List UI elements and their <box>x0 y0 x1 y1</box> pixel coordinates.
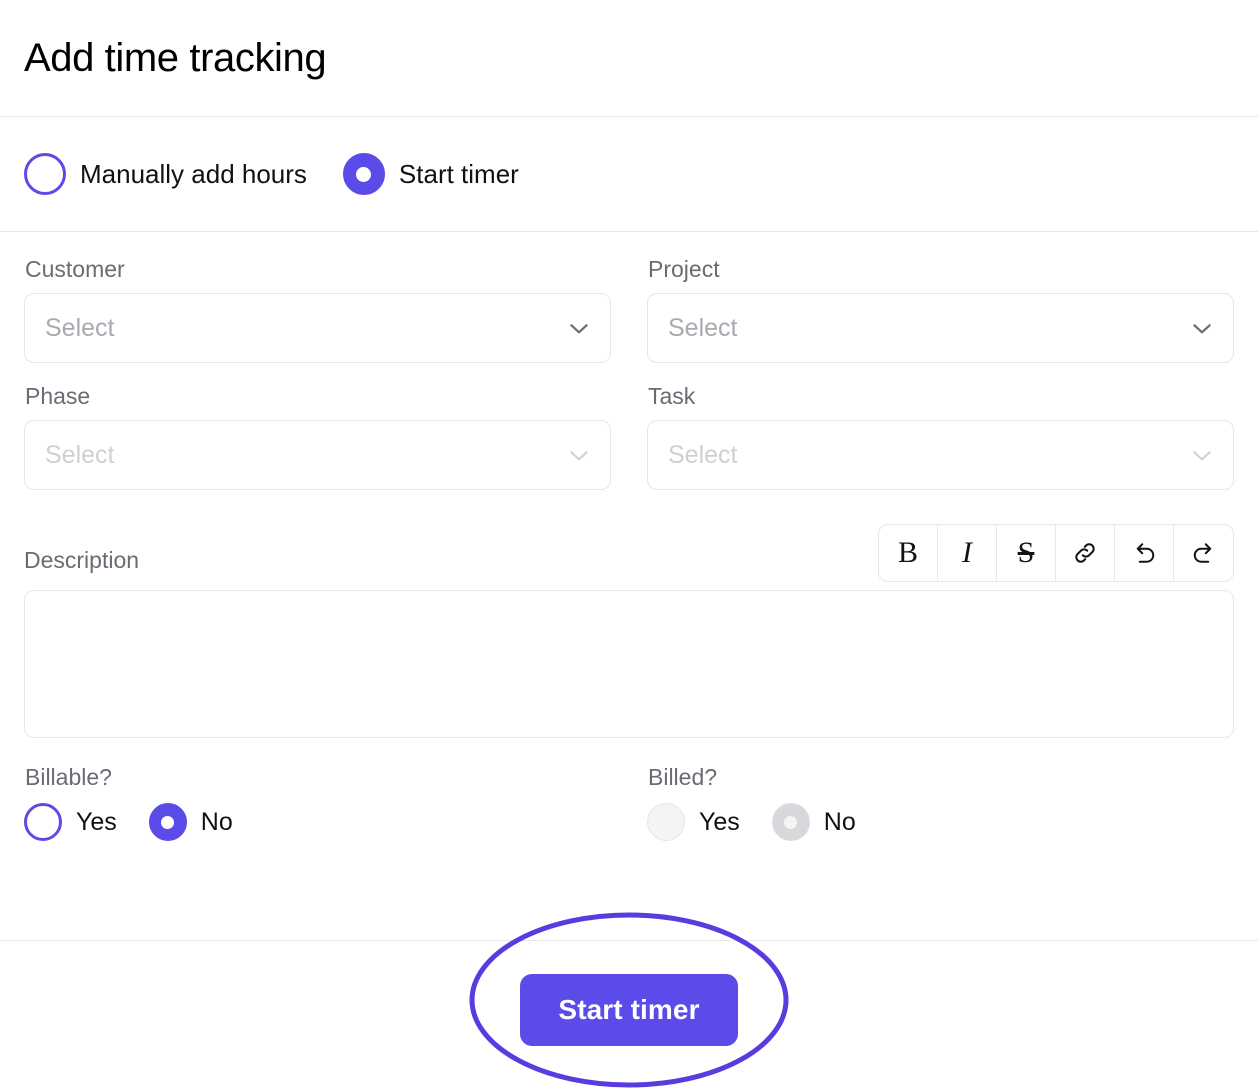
description-header: Description B I S <box>24 516 1234 582</box>
select-task-placeholder: Select <box>668 440 738 469</box>
select-customer[interactable]: Select <box>24 293 611 363</box>
link-button[interactable] <box>1056 525 1115 581</box>
radio-label-billable-no: No <box>200 807 233 836</box>
flags-grid: Billable? Yes No Billed? Yes No <box>24 766 1234 841</box>
field-task: Task Select <box>647 385 1234 490</box>
field-billable: Billable? Yes No <box>24 766 611 841</box>
italic-button[interactable]: I <box>938 525 997 581</box>
label-description: Description <box>24 547 140 573</box>
radio-option-billed-no: No <box>771 803 856 841</box>
label-phase: Phase <box>25 383 91 409</box>
chevron-down-icon <box>1193 324 1211 334</box>
select-phase-placeholder: Select <box>45 440 115 469</box>
radio-label-manually-add-hours: Manually add hours <box>80 159 307 189</box>
billable-radio-group: Yes No <box>24 803 611 841</box>
field-customer: Customer Select <box>24 258 611 363</box>
billed-radio-group: Yes No <box>647 803 1234 841</box>
start-timer-button[interactable]: Start timer <box>520 973 738 1046</box>
mode-radio-group: Manually add hours Start timer <box>0 117 1258 232</box>
radio-option-start-timer[interactable]: Start timer <box>342 153 519 195</box>
field-billed: Billed? Yes No <box>647 766 1234 841</box>
radio-option-billable-no[interactable]: No <box>148 803 233 841</box>
label-task: Task <box>648 383 696 409</box>
radio-label-start-timer: Start timer <box>398 159 519 189</box>
select-task[interactable]: Select <box>647 420 1234 490</box>
label-project: Project <box>648 256 720 282</box>
description-input[interactable] <box>24 590 1234 738</box>
radio-circle-selected-icon[interactable] <box>342 153 385 195</box>
select-project-placeholder: Select <box>668 313 738 342</box>
chevron-down-icon <box>570 324 588 334</box>
chevron-down-icon <box>1193 451 1211 461</box>
radio-label-billed-no: No <box>823 807 856 836</box>
redo-button[interactable] <box>1174 525 1233 581</box>
modal-header: Add time tracking <box>0 0 1258 117</box>
radio-label-billed-yes: Yes <box>699 807 740 836</box>
label-billed: Billed? <box>648 764 718 790</box>
radio-circle-unselected-icon[interactable] <box>24 153 66 195</box>
strikethrough-icon: S <box>1017 536 1035 569</box>
label-billable: Billable? <box>25 764 112 790</box>
page-title: Add time tracking <box>24 36 327 80</box>
strikethrough-button[interactable]: S <box>997 525 1056 581</box>
modal-footer: Start timer <box>0 940 1258 1078</box>
select-customer-placeholder: Select <box>45 313 115 342</box>
radio-circle-unselected-icon[interactable] <box>24 803 62 841</box>
field-project: Project Select <box>647 258 1234 363</box>
radio-circle-selected-disabled-icon <box>771 803 810 841</box>
chevron-down-icon <box>570 451 588 461</box>
label-customer: Customer <box>25 256 125 282</box>
field-description: Description B I S <box>24 516 1234 738</box>
link-icon <box>1075 543 1095 563</box>
field-grid: Customer Select Project Select Phase Sel… <box>24 258 1234 512</box>
radio-circle-unselected-disabled-icon <box>647 803 685 841</box>
rich-text-toolbar: B I S <box>878 524 1234 582</box>
bold-button[interactable]: B <box>879 525 938 581</box>
radio-option-manually-add-hours[interactable]: Manually add hours <box>24 153 307 195</box>
radio-label-billable-yes: Yes <box>76 807 117 836</box>
undo-icon <box>1136 543 1155 563</box>
italic-icon: I <box>962 536 972 569</box>
radio-circle-selected-icon[interactable] <box>148 803 187 841</box>
radio-option-billable-yes[interactable]: Yes <box>24 803 117 841</box>
bold-icon: B <box>897 536 918 569</box>
modal-body: Customer Select Project Select Phase Sel… <box>0 232 1258 841</box>
select-project[interactable]: Select <box>647 293 1234 363</box>
undo-button[interactable] <box>1115 525 1174 581</box>
select-phase[interactable]: Select <box>24 420 611 490</box>
radio-option-billed-yes: Yes <box>647 803 740 841</box>
field-phase: Phase Select <box>24 385 611 490</box>
redo-icon <box>1193 543 1211 563</box>
